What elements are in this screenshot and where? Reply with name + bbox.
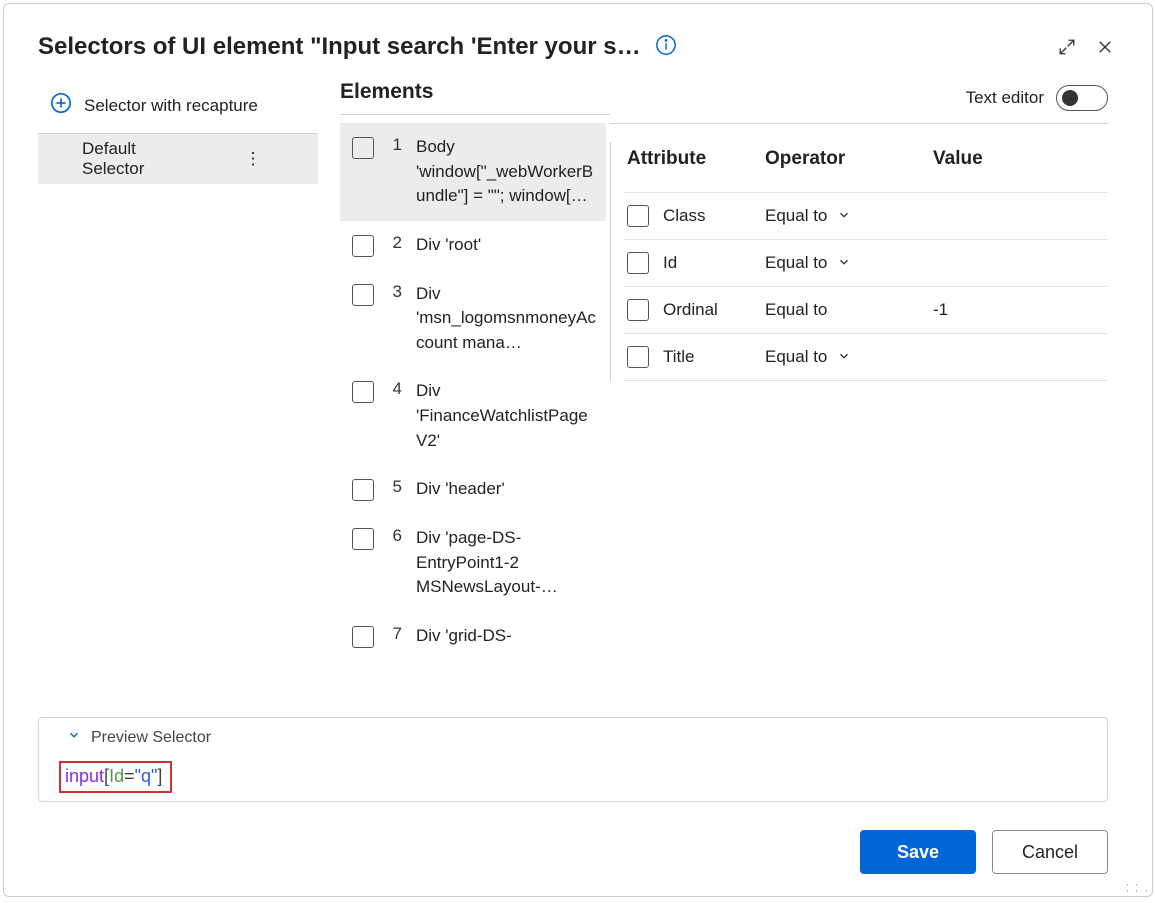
element-row[interactable]: 5 Div 'header' <box>340 465 606 514</box>
element-number: 6 <box>388 526 402 546</box>
attribute-row[interactable]: ClassEqual to <box>623 192 1108 239</box>
element-checkbox[interactable] <box>352 381 374 403</box>
attribute-operator[interactable]: Equal to <box>765 300 895 320</box>
elements-list[interactable]: 1 Body 'window["_webWorkerBundle"] = ""; … <box>340 123 610 707</box>
col-attribute: Attribute <box>627 148 765 170</box>
attribute-checkbox[interactable] <box>627 346 649 368</box>
preview-selector-panel: Preview Selector input[Id="q"] <box>38 717 1108 802</box>
element-row[interactable]: 3 Div 'msn_logomsnmoneyAccount mana… <box>340 270 606 368</box>
element-checkbox[interactable] <box>352 626 374 648</box>
element-number: 3 <box>388 282 402 302</box>
col-operator: Operator <box>765 148 933 170</box>
attributes-table-header: Attribute Operator Value <box>623 142 1108 192</box>
dialog-title: Selectors of UI element "Input search 'E… <box>38 33 641 61</box>
dialog-footer: Save Cancel <box>4 802 1152 896</box>
attribute-name: Ordinal <box>663 300 765 320</box>
fullscreen-button[interactable] <box>1048 28 1086 66</box>
close-button[interactable] <box>1086 28 1124 66</box>
element-checkbox[interactable] <box>352 235 374 257</box>
dialog-header: Selectors of UI element "Input search 'E… <box>4 4 1152 80</box>
save-button[interactable]: Save <box>860 830 976 874</box>
main-area: Selector with recapture Default Selector… <box>4 80 1152 707</box>
attribute-row[interactable]: TitleEqual to <box>623 333 1108 381</box>
selectors-list-panel: Selector with recapture Default Selector… <box>38 80 318 707</box>
element-row[interactable]: 1 Body 'window["_webWorkerBundle"] = ""; … <box>340 123 606 221</box>
element-number: 7 <box>388 624 402 644</box>
element-number: 2 <box>388 233 402 253</box>
text-editor-label: Text editor <box>966 88 1044 108</box>
element-text: Div 'FinanceWatchlistPageV2' <box>416 379 596 453</box>
chevron-down-icon <box>67 728 81 747</box>
chevron-down-icon[interactable] <box>837 208 851 225</box>
selector-with-recapture-button[interactable]: Selector with recapture <box>38 80 318 134</box>
elements-title: Elements <box>340 80 433 104</box>
elements-panel: Elements 1 Body 'window["_webWorkerBundle… <box>340 80 610 707</box>
element-number: 5 <box>388 477 402 497</box>
attribute-operator[interactable]: Equal to <box>765 253 895 273</box>
attribute-value[interactable]: -1 <box>895 300 1108 320</box>
preview-selector-label: Preview Selector <box>91 729 211 747</box>
element-checkbox[interactable] <box>352 284 374 306</box>
chevron-down-icon[interactable] <box>837 255 851 272</box>
element-row[interactable]: 7 Div 'grid-DS- <box>340 612 606 661</box>
element-text: Body 'window["_webWorkerBundle"] = ""; w… <box>416 135 596 209</box>
recapture-label: Selector with recapture <box>84 96 258 116</box>
attribute-checkbox[interactable] <box>627 299 649 321</box>
info-icon[interactable] <box>655 34 677 61</box>
attribute-row[interactable]: OrdinalEqual to-1 <box>623 286 1108 333</box>
element-text: Div 'header' <box>416 477 505 502</box>
attribute-name: Class <box>663 206 765 226</box>
element-number: 4 <box>388 379 402 399</box>
attribute-checkbox[interactable] <box>627 252 649 274</box>
text-editor-toggle[interactable] <box>1056 85 1108 111</box>
element-checkbox[interactable] <box>352 137 374 159</box>
element-row[interactable]: 4 Div 'FinanceWatchlistPageV2' <box>340 367 606 465</box>
attribute-name: Title <box>663 347 765 367</box>
attribute-checkbox[interactable] <box>627 205 649 227</box>
element-text: Div 'grid-DS- <box>416 624 512 649</box>
element-number: 1 <box>388 135 402 155</box>
more-icon[interactable]: ⋮ <box>196 149 310 169</box>
cancel-button[interactable]: Cancel <box>992 830 1108 874</box>
element-text: Div 'msn_logomsnmoneyAccount mana… <box>416 282 596 356</box>
default-selector-item[interactable]: Default Selector ⋮ <box>38 134 318 184</box>
element-checkbox[interactable] <box>352 528 374 550</box>
col-value: Value <box>933 148 1108 170</box>
attribute-operator[interactable]: Equal to <box>765 347 895 367</box>
plus-icon <box>50 92 72 119</box>
attribute-name: Id <box>663 253 765 273</box>
element-row[interactable]: 2 Div 'root' <box>340 221 606 270</box>
selector-item-label: Default Selector <box>82 139 196 179</box>
preview-selector-toggle[interactable]: Preview Selector <box>59 728 1087 747</box>
selectors-dialog: Selectors of UI element "Input search 'E… <box>3 3 1153 897</box>
element-checkbox[interactable] <box>352 479 374 501</box>
chevron-down-icon[interactable] <box>837 349 851 366</box>
attribute-row[interactable]: IdEqual to <box>623 239 1108 286</box>
attribute-operator[interactable]: Equal to <box>765 206 895 226</box>
preview-selector-text: input[Id="q"] <box>59 761 172 793</box>
attributes-panel: Text editor Attribute Operator Value Cla… <box>610 80 1152 707</box>
element-text: Div 'page-DS-EntryPoint1-2 MSNewsLayout-… <box>416 526 596 600</box>
element-text: Div 'root' <box>416 233 481 258</box>
element-row[interactable]: 6 Div 'page-DS-EntryPoint1-2 MSNewsLayout… <box>340 514 606 612</box>
